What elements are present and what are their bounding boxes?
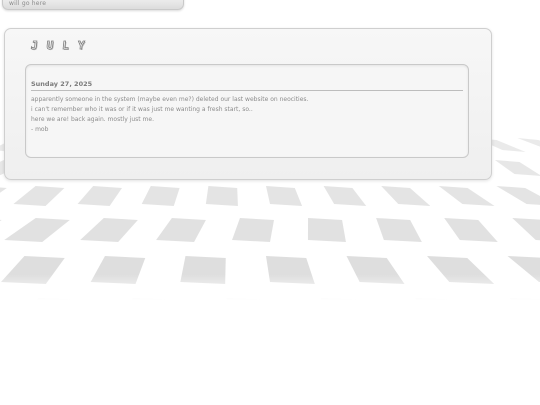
month-heading: JULY	[30, 39, 95, 53]
entry-line: apparently someone in the system (maybe …	[31, 96, 309, 103]
top-tab-label: will go here	[9, 0, 47, 7]
entry-line: i can't remember who it was or if it was…	[31, 106, 253, 113]
journal-panel: JULY Sunday 27, 2025 apparently someone …	[4, 28, 492, 180]
entry-date: Sunday 27, 2025	[31, 80, 93, 88]
page: will go here JULY Sunday 27, 2025 appare…	[0, 0, 540, 405]
entry-line: - mob	[31, 126, 49, 133]
top-tab[interactable]: will go here	[2, 0, 184, 10]
entry-divider	[31, 90, 463, 91]
journal-entry: Sunday 27, 2025 apparently someone in th…	[25, 64, 469, 158]
entry-body: apparently someone in the system (maybe …	[31, 95, 461, 135]
entry-line: here we are! back again. mostly just me.	[31, 116, 154, 123]
